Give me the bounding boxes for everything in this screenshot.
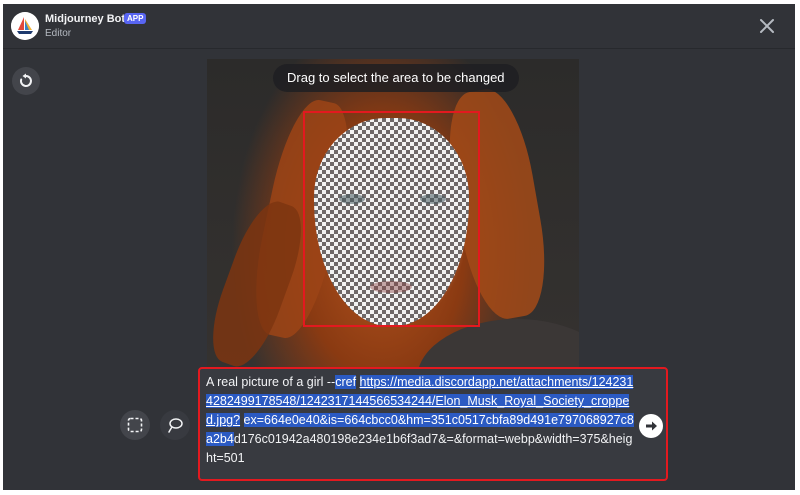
edit-image[interactable]: [207, 59, 579, 377]
prompt-input[interactable]: A real picture of a girl --cref https://…: [198, 367, 668, 481]
rectangle-tool-button[interactable]: [120, 410, 150, 440]
prompt-rest: d176c01942a480198e234e1b6f3ad7&=&format=…: [206, 432, 633, 465]
prompt-prefix: A real picture of a girl --: [206, 375, 336, 389]
reset-button[interactable]: [12, 67, 40, 95]
bot-avatar: [11, 12, 39, 40]
close-button[interactable]: [755, 14, 779, 38]
close-icon: [760, 19, 774, 33]
midjourney-logo-icon: [11, 12, 39, 40]
app-subtitle: Editor: [45, 28, 72, 39]
drag-hint: Drag to select the area to be changed: [273, 64, 519, 92]
app-name: Midjourney Bot: [45, 13, 126, 25]
modal-header: Midjourney Bot APP Editor: [3, 4, 795, 49]
lasso-select-icon: [168, 418, 183, 433]
lasso-tool-button[interactable]: [160, 410, 190, 440]
rectangle-select-icon: [127, 417, 143, 433]
prompt-text[interactable]: A real picture of a girl --cref https://…: [206, 373, 638, 468]
send-arrow-icon: [646, 421, 657, 431]
selection-rectangle[interactable]: [303, 111, 480, 327]
editor-modal: Midjourney Bot APP Editor Drag to select…: [3, 4, 795, 490]
send-button[interactable]: [639, 414, 663, 438]
reset-icon: [19, 73, 32, 87]
prompt-flag-selected: cref: [335, 375, 357, 389]
app-badge: APP: [124, 13, 147, 24]
